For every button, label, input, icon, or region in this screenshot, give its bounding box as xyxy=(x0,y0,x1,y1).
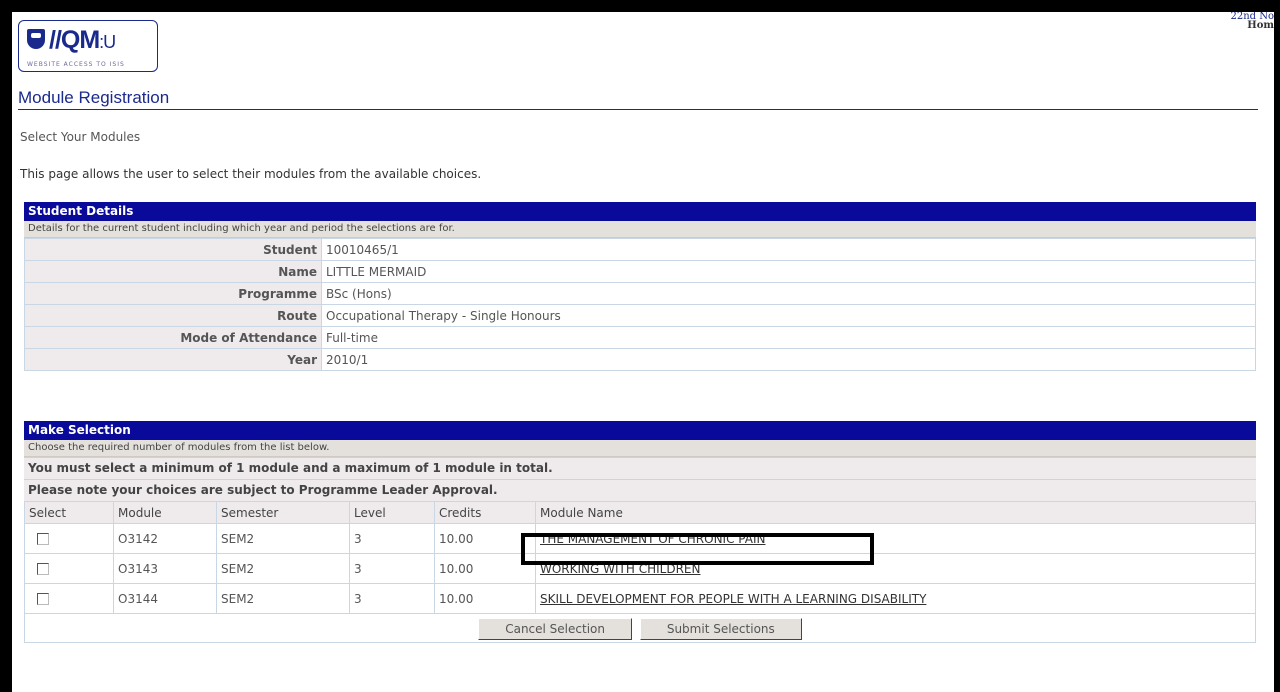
logo-tagline: WEBSITE ACCESS TO ISIS xyxy=(27,61,125,68)
detail-row: Student 10010465/1 xyxy=(24,238,1256,261)
highlight-box xyxy=(521,533,874,565)
detail-row: Route Occupational Therapy - Single Honou… xyxy=(24,304,1256,327)
module-semester: SEM2 xyxy=(216,583,350,614)
col-level: Level xyxy=(349,501,435,524)
col-module: Module xyxy=(113,501,217,524)
select-cell xyxy=(24,583,114,614)
button-row: Cancel Selection Submit Selections xyxy=(24,614,1256,643)
module-name-cell: SKILL DEVELOPMENT FOR PEOPLE WITH A LEAR… xyxy=(535,583,1256,614)
make-selection-panel: Make Selection Choose the required numbe… xyxy=(24,421,1256,643)
selection-limit-note: You must select a minimum of 1 module an… xyxy=(24,457,1256,479)
page-title: Module Registration xyxy=(18,88,1258,110)
student-details-panel: Student Details Details for the current … xyxy=(24,202,1256,371)
detail-value: 10010465/1 xyxy=(321,238,1256,261)
cancel-selection-button[interactable]: Cancel Selection xyxy=(478,618,632,640)
module-row: O3144 SEM2 3 10.00 SKILL DEVELOPMENT FOR PEO… xyxy=(24,583,1256,614)
col-semester: Semester xyxy=(216,501,350,524)
detail-label: Name xyxy=(24,260,322,283)
detail-value: Full-time xyxy=(321,326,1256,349)
home-link[interactable]: Hom xyxy=(1230,21,1274,31)
module-checkbox[interactable] xyxy=(37,563,49,575)
col-select: Select xyxy=(24,501,114,524)
module-code: O3144 xyxy=(113,583,217,614)
detail-value: 2010/1 xyxy=(321,348,1256,371)
detail-label: Mode of Attendance xyxy=(24,326,322,349)
module-credits: 10.00 xyxy=(434,583,536,614)
detail-label: Programme xyxy=(24,282,322,305)
approval-note: Please note your choices are subject to … xyxy=(24,479,1256,501)
module-level: 3 xyxy=(349,523,435,554)
module-level: 3 xyxy=(349,583,435,614)
detail-value: Occupational Therapy - Single Honours xyxy=(321,304,1256,327)
module-semester: SEM2 xyxy=(216,523,350,554)
detail-row: Programme BSc (Hons) xyxy=(24,282,1256,305)
shield-icon xyxy=(27,29,45,49)
detail-label: Student xyxy=(24,238,322,261)
page-intro: This page allows the user to select thei… xyxy=(20,167,482,181)
module-checkbox[interactable] xyxy=(37,533,49,545)
detail-row: Name LITTLE MERMAID xyxy=(24,260,1256,283)
detail-label: Year xyxy=(24,348,322,371)
page: //QM:U WEBSITE ACCESS TO ISIS 22nd No Ho… xyxy=(12,12,1274,692)
detail-value: LITTLE MERMAID xyxy=(321,260,1256,283)
make-selection-heading: Make Selection xyxy=(24,421,1256,440)
module-name-link[interactable]: SKILL DEVELOPMENT FOR PEOPLE WITH A LEAR… xyxy=(540,592,926,606)
col-module-name: Module Name xyxy=(535,501,1256,524)
modules-header-row: Select Module Semester Level Credits Mod… xyxy=(24,501,1256,524)
col-credits: Credits xyxy=(434,501,536,524)
student-details-description: Details for the current student includin… xyxy=(24,221,1256,238)
detail-row: Year 2010/1 xyxy=(24,348,1256,371)
select-cell xyxy=(24,523,114,554)
student-details-table: Student 10010465/1 Name LITTLE MERMAID Progr… xyxy=(24,238,1256,371)
qmu-logo[interactable]: //QM:U WEBSITE ACCESS TO ISIS xyxy=(18,20,158,72)
top-right-info: 22nd No Hom xyxy=(1230,12,1274,31)
logo-mark: //QM:U xyxy=(49,26,116,54)
module-code: O3143 xyxy=(113,553,217,584)
page-subtitle: Select Your Modules xyxy=(20,130,141,144)
student-details-heading: Student Details xyxy=(24,202,1256,221)
detail-value: BSc (Hons) xyxy=(321,282,1256,305)
submit-selections-button[interactable]: Submit Selections xyxy=(639,618,802,640)
make-selection-description: Choose the required number of modules fr… xyxy=(24,440,1256,457)
module-checkbox[interactable] xyxy=(37,593,49,605)
detail-label: Route xyxy=(24,304,322,327)
module-level: 3 xyxy=(349,553,435,584)
module-semester: SEM2 xyxy=(216,553,350,584)
select-cell xyxy=(24,553,114,584)
detail-row: Mode of Attendance Full-time xyxy=(24,326,1256,349)
module-code: O3142 xyxy=(113,523,217,554)
